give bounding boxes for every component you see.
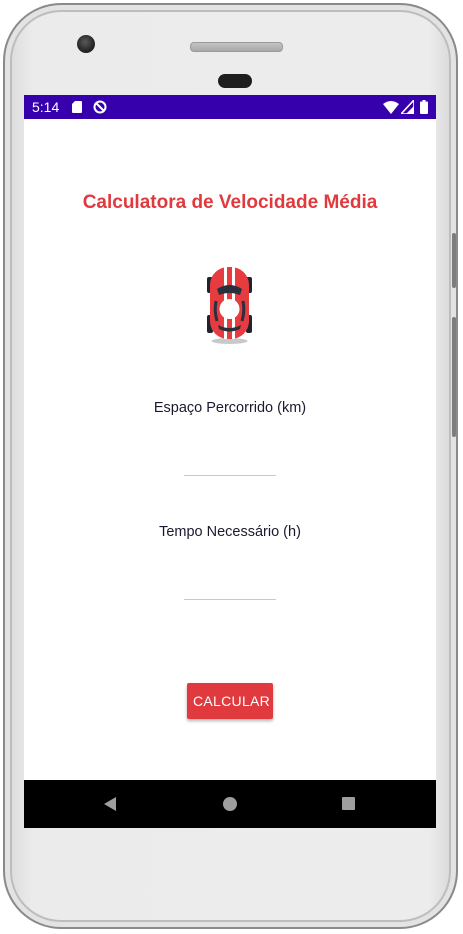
recents-icon[interactable] (342, 797, 355, 810)
volume-button (452, 317, 456, 437)
earpiece-speaker (190, 42, 283, 52)
time-input[interactable] (184, 575, 276, 600)
navigation-bar (24, 780, 436, 828)
status-bar: 5:14 (24, 95, 436, 119)
battery-icon (420, 100, 428, 114)
do-not-disturb-icon (93, 100, 107, 114)
sd-card-icon (72, 101, 82, 113)
time-label: Tempo Necessário (h) (159, 524, 301, 540)
home-icon[interactable] (223, 797, 237, 811)
calculate-button[interactable]: CALCULAR (187, 683, 273, 719)
power-button (452, 233, 456, 288)
app-screen: 5:14 Calculatora de Velocidade Média Esp… (24, 95, 436, 828)
race-car-icon (207, 267, 252, 344)
front-camera (77, 35, 95, 53)
proximity-sensor (218, 74, 252, 88)
distance-input[interactable] (184, 451, 276, 476)
distance-label: Espaço Percorrido (km) (153, 400, 307, 416)
status-time: 5:14 (32, 99, 60, 115)
wifi-icon (383, 101, 399, 114)
back-icon[interactable] (102, 796, 118, 812)
app-title: Calculatora de Velocidade Média (82, 192, 378, 213)
signal-icon (401, 100, 414, 114)
